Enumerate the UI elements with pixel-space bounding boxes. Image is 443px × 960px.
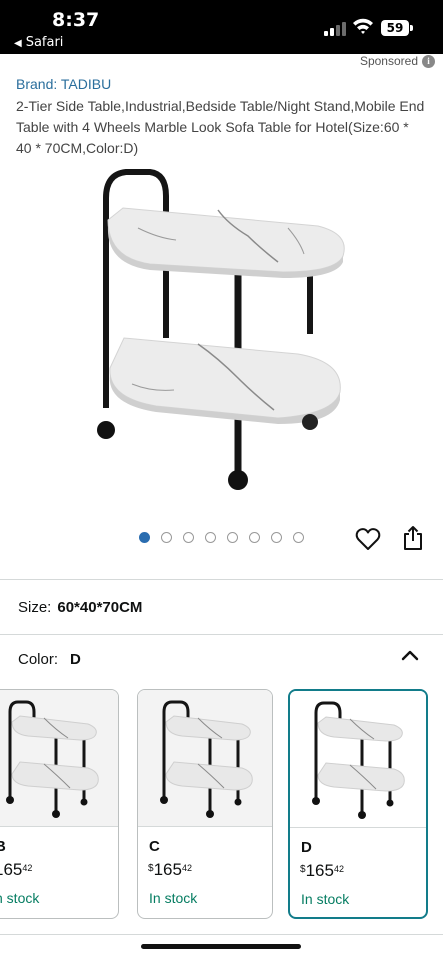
size-selector[interactable]: Size: 60*40*70CM <box>18 599 142 616</box>
swatch-label: D <box>301 839 312 856</box>
price-currency: $ <box>148 863 154 874</box>
swatch-stock: In stock <box>301 891 350 907</box>
carousel-dot[interactable] <box>161 532 172 543</box>
swatch-stock: n stock <box>0 890 40 906</box>
swatch-thumbnail <box>290 691 426 827</box>
swatch-thumbnail <box>0 690 118 826</box>
divider <box>0 579 443 580</box>
swatch-stock: In stock <box>149 890 198 906</box>
price-fraction: 42 <box>333 864 344 874</box>
swatch-divider <box>0 826 118 827</box>
wifi-icon <box>353 18 373 34</box>
price-fraction: 42 <box>22 863 33 873</box>
carousel-dot[interactable] <box>139 532 150 543</box>
price-whole: 165 <box>305 861 334 880</box>
carousel-dot[interactable] <box>227 532 238 543</box>
status-bar: 8:37 ◀ Safari 59 <box>0 0 443 54</box>
product-title: 2-Tier Side Table,Industrial,Bedside Tab… <box>16 98 425 156</box>
carousel-dot[interactable] <box>271 532 282 543</box>
brand-link[interactable]: Brand: TADIBU <box>16 76 111 92</box>
size-label: Size: <box>18 599 52 616</box>
color-swatch-b[interactable]: B 16542 n stock <box>0 689 119 919</box>
swatch-thumbnail <box>138 690 272 826</box>
divider <box>0 634 443 635</box>
home-indicator[interactable] <box>141 944 301 949</box>
product-image[interactable] <box>78 158 368 498</box>
chevron-up-icon[interactable] <box>401 649 419 661</box>
color-swatch-d[interactable]: D $16542 In stock <box>288 689 428 919</box>
signal-icon <box>324 22 346 36</box>
swatch-price: $16542 <box>148 860 192 880</box>
swatch-divider <box>138 826 272 827</box>
color-swatch-c[interactable]: C $16542 In stock <box>137 689 273 919</box>
back-app-label: Safari <box>25 35 64 50</box>
carousel-dot[interactable] <box>293 532 304 543</box>
divider <box>0 934 443 935</box>
sponsored-label[interactable]: Sponsored i <box>360 54 435 68</box>
price-whole: 165 <box>153 860 182 879</box>
price-fraction: 42 <box>181 863 192 873</box>
back-triangle-icon: ◀ <box>14 38 22 49</box>
battery-tip <box>410 25 413 31</box>
swatch-label: C <box>149 838 160 855</box>
price-whole: 165 <box>0 860 23 879</box>
carousel-dot[interactable] <box>205 532 216 543</box>
color-value: D <box>70 651 81 668</box>
image-carousel-dots <box>139 532 304 543</box>
carousel-dot[interactable] <box>183 532 194 543</box>
carousel-dot[interactable] <box>249 532 260 543</box>
color-selector[interactable]: Color: D <box>18 651 81 668</box>
size-value: 60*40*70CM <box>57 599 143 616</box>
swatch-divider <box>290 827 426 828</box>
sponsored-text: Sponsored <box>359 54 418 68</box>
battery-icon: 59 <box>381 20 409 36</box>
swatch-label: B <box>0 838 6 855</box>
back-to-app-button[interactable]: ◀ Safari <box>14 35 63 50</box>
status-time: 8:37 <box>52 9 100 31</box>
swatch-price: 16542 <box>0 860 32 880</box>
price-currency: $ <box>300 864 306 875</box>
color-label: Color: <box>18 651 59 668</box>
share-icon[interactable] <box>402 525 424 551</box>
info-icon[interactable]: i <box>422 54 435 68</box>
swatch-price: $16542 <box>300 861 344 881</box>
heart-icon[interactable] <box>355 527 381 551</box>
